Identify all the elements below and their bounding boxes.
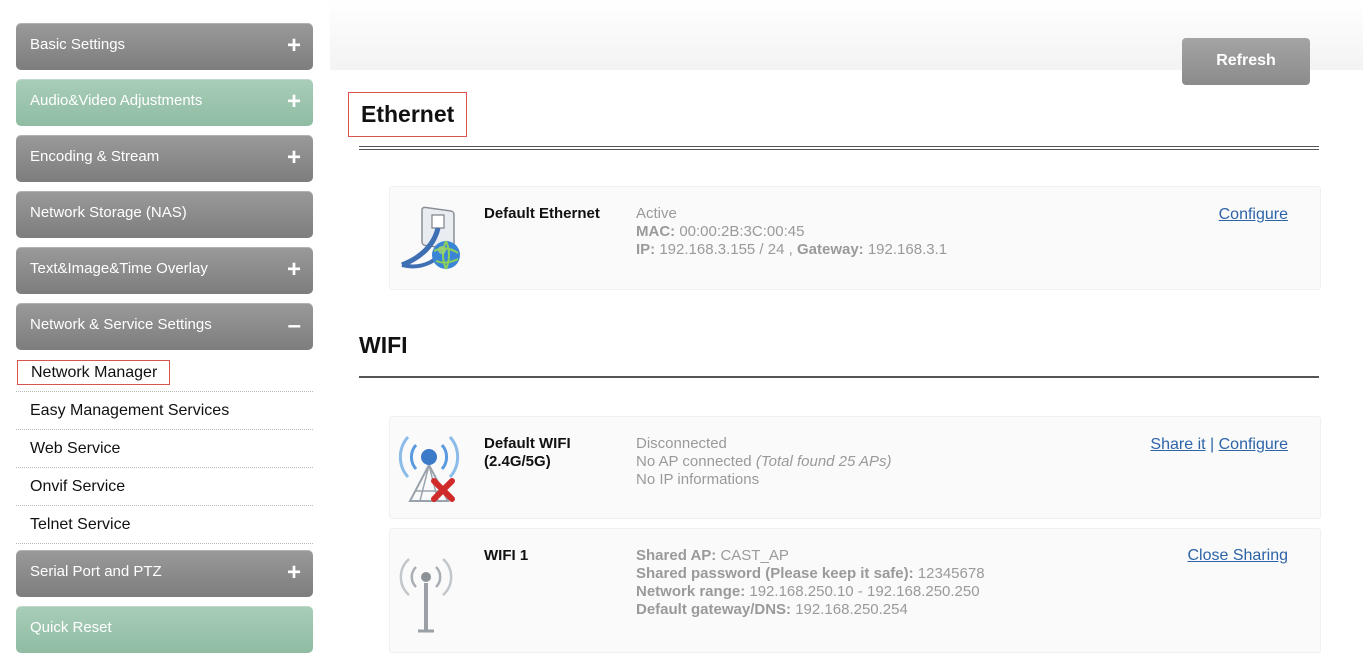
wifi-status: Disconnected	[636, 435, 727, 452]
menu-label: Serial Port and PTZ	[30, 563, 162, 580]
wifi-divider	[359, 376, 1319, 378]
wifi1-details: Shared AP: CAST_AP Shared password (Plea…	[636, 547, 985, 619]
ethernet-details: Active MAC: 00:00:2B:3C:00:45 IP: 192.16…	[636, 205, 947, 259]
separator: |	[1210, 436, 1215, 453]
mac-label: MAC:	[636, 223, 676, 240]
ethernet-mac: MAC: 00:00:2B:3C:00:45	[636, 223, 947, 241]
sidebar: Basic Settings + Audio&Video Adjustments…	[16, 23, 313, 657]
ethernet-ip: IP: 192.168.3.155 / 24 , Gateway: 192.16…	[636, 241, 947, 259]
submenu-web-service[interactable]: Web Service	[16, 430, 313, 468]
wifi-antenna-icon	[396, 545, 456, 638]
wifi-title: WIFI	[359, 332, 408, 358]
submenu-onvif-service[interactable]: Onvif Service	[16, 468, 313, 506]
menu-label: Network & Service Settings	[30, 316, 212, 333]
mac-value: 00:00:2B:3C:00:45	[679, 223, 805, 240]
range-value: 192.168.250.10 - 192.168.250.250	[749, 583, 980, 600]
default-wifi-card: Default WIFI (2.4G/5G) Disconnected No A…	[389, 416, 1321, 519]
shared-password: Shared password (Please keep it safe): 1…	[636, 565, 985, 583]
menu-network-storage[interactable]: Network Storage (NAS)	[16, 191, 313, 238]
menu-encoding-stream[interactable]: Encoding & Stream +	[16, 135, 313, 182]
default-wifi-actions: Share it | Configure	[1150, 436, 1288, 454]
menu-overlay[interactable]: Text&Image&Time Overlay +	[16, 247, 313, 294]
ethernet-divider	[359, 146, 1319, 150]
wifi1-name: WIFI 1	[484, 547, 529, 564]
wifi-ip-info: No IP informations	[636, 471, 760, 488]
expand-icon: +	[286, 559, 301, 586]
submenu-network-manager[interactable]: Network Manager	[16, 356, 313, 392]
close-sharing-link[interactable]: Close Sharing	[1188, 547, 1289, 564]
submenu-telnet-service[interactable]: Telnet Service	[16, 506, 313, 544]
menu-label: Audio&Video Adjustments	[30, 92, 203, 109]
submenu-label: Network Manager	[17, 360, 171, 385]
menu-serial-ptz[interactable]: Serial Port and PTZ +	[16, 550, 313, 597]
menu-label: Basic Settings	[30, 36, 126, 53]
password-value: 12345678	[917, 565, 985, 582]
submenu-label: Web Service	[30, 440, 121, 457]
menu-label: Quick Reset	[30, 619, 112, 636]
share-it-link[interactable]: Share it	[1150, 436, 1205, 453]
default-gateway: Default gateway/DNS: 192.168.250.254	[636, 601, 985, 619]
gateway-label: Default gateway/DNS:	[636, 601, 792, 618]
shared-ap-value: CAST_AP	[720, 547, 789, 564]
shared-ap-label: Shared AP:	[636, 547, 717, 564]
menu-label: Text&Image&Time Overlay	[30, 260, 208, 277]
expand-icon: +	[286, 88, 301, 115]
configure-link[interactable]: Configure	[1219, 206, 1288, 223]
menu-network-service[interactable]: Network & Service Settings –	[16, 303, 313, 350]
expand-icon: +	[286, 256, 301, 283]
menu-quick-reset[interactable]: Quick Reset	[16, 606, 313, 653]
ap-text: No AP connected	[636, 453, 752, 470]
menu-label: Network Storage (NAS)	[30, 204, 187, 221]
ethernet-status: Active	[636, 205, 677, 222]
shared-ap: Shared AP: CAST_AP	[636, 547, 985, 565]
configure-link[interactable]: Configure	[1219, 436, 1288, 453]
default-wifi-details: Disconnected No AP connected (Total foun…	[636, 435, 891, 489]
submenu-label: Easy Management Services	[30, 402, 230, 419]
wifi1-card: WIFI 1 Shared AP: CAST_AP Shared passwor…	[389, 528, 1321, 653]
ethernet-title: Ethernet	[348, 92, 468, 137]
default-wifi-name: Default WIFI (2.4G/5G)	[484, 435, 571, 470]
gateway-value: 192.168.3.1	[867, 241, 948, 258]
expand-icon: +	[286, 144, 301, 171]
menu-audio-video[interactable]: Audio&Video Adjustments +	[16, 79, 313, 126]
ethernet-card: Default Ethernet Active MAC: 00:00:2B:3C…	[389, 186, 1321, 290]
wifi-ap-info: No AP connected (Total found 25 APs)	[636, 453, 891, 471]
refresh-button[interactable]: Refresh	[1182, 38, 1310, 85]
submenu-label: Onvif Service	[30, 478, 126, 495]
ip-value: 192.168.3.155 / 24 ,	[659, 241, 793, 258]
ip-label: IP:	[636, 241, 656, 258]
submenu: Network Manager Easy Management Services…	[16, 356, 313, 544]
ap-found: (Total found 25 APs)	[755, 453, 892, 470]
ethernet-globe-icon	[394, 195, 470, 282]
gateway-value: 192.168.250.254	[795, 601, 908, 618]
submenu-easy-management[interactable]: Easy Management Services	[16, 392, 313, 430]
ethernet-actions: Configure	[1219, 206, 1288, 224]
password-label: Shared password (Please keep it safe):	[636, 565, 914, 582]
collapse-icon: –	[287, 312, 301, 339]
wifi-disconnected-icon	[396, 431, 462, 510]
network-range: Network range: 192.168.250.10 - 192.168.…	[636, 583, 985, 601]
ethernet-name: Default Ethernet	[484, 205, 600, 222]
submenu-label: Telnet Service	[30, 516, 131, 533]
range-label: Network range:	[636, 583, 746, 600]
menu-basic-settings[interactable]: Basic Settings +	[16, 23, 313, 70]
gateway-label: Gateway:	[796, 241, 864, 258]
expand-icon: +	[286, 32, 301, 59]
wifi1-actions: Close Sharing	[1188, 547, 1289, 565]
menu-label: Encoding & Stream	[30, 148, 160, 165]
